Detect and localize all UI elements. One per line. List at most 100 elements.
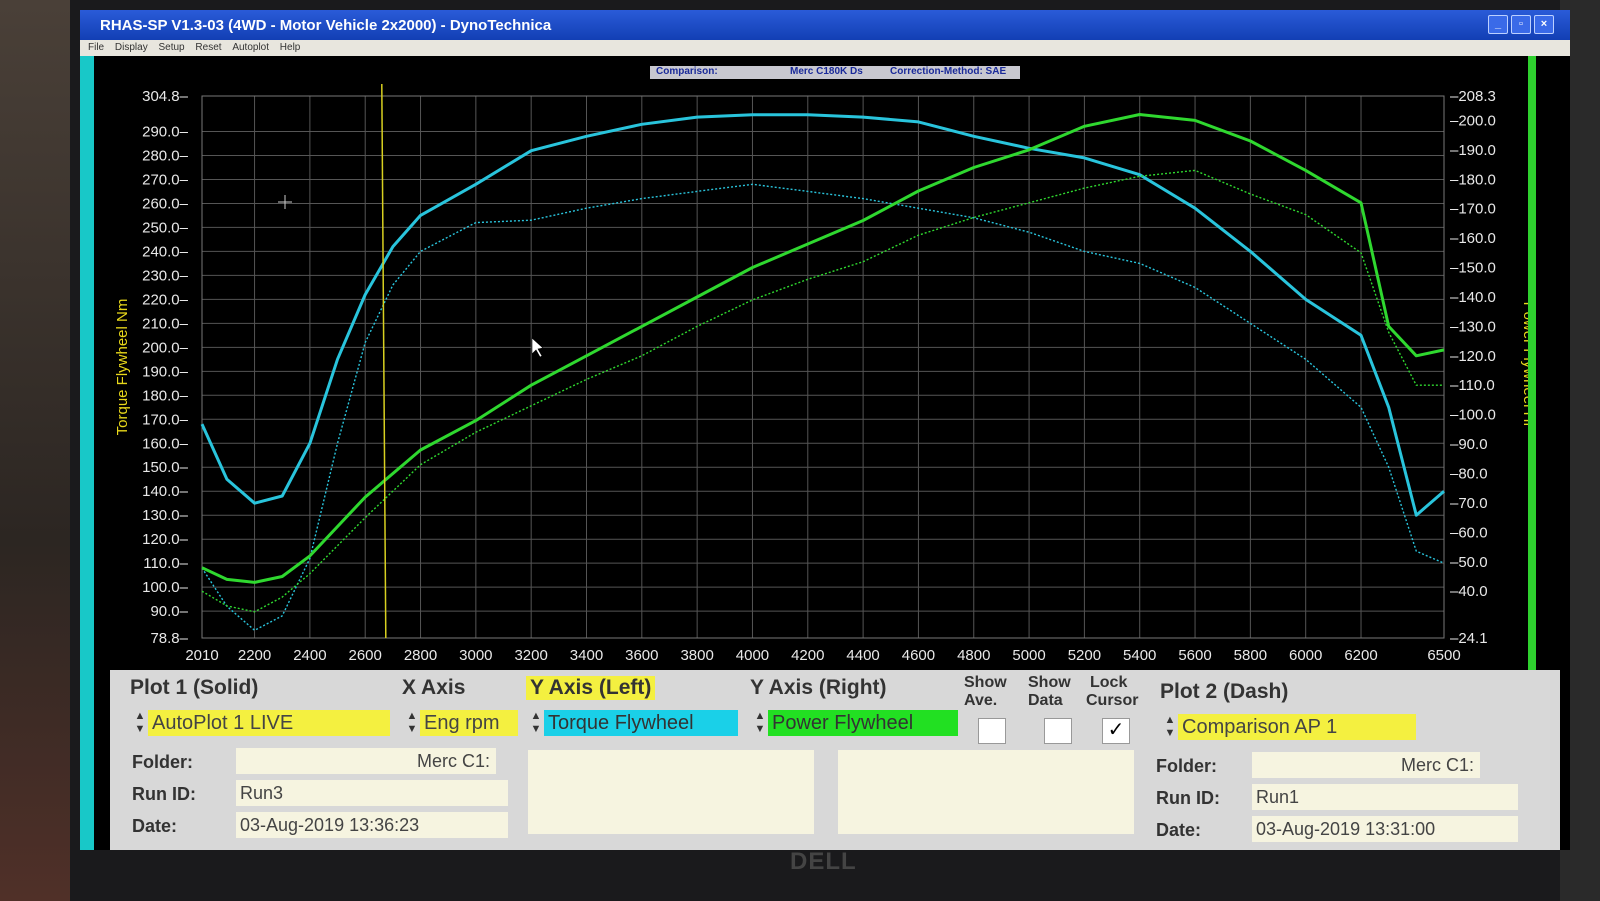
y-left-tick-label: 210.0– [142,315,189,332]
plot2-runid-value[interactable]: Run1 [1252,784,1518,810]
monitor-brand-logo: DELL [790,848,857,875]
plot2-header: Plot 2 (Dash) [1160,680,1289,703]
y-right-tick-label: –60.0 [1450,524,1488,541]
yright-header: Y Axis (Right) [750,676,887,699]
x-tick-label: 2200 [238,647,271,664]
xaxis-spinner[interactable]: ▲ ▼ [406,710,418,736]
plot1-date-value[interactable]: 03-Aug-2019 13:36:23 [236,812,508,838]
close-button[interactable]: × [1534,15,1554,34]
y-right-tick-label: –140.0 [1450,289,1496,306]
y-left-tick-label: 120.0– [142,531,189,548]
y-left-tick-label: 250.0– [142,219,189,236]
plot1-header: Plot 1 (Solid) [130,676,259,699]
y-left-tick-label: 220.0– [142,291,189,308]
right-accent-stripe [1528,56,1536,676]
x-tick-label: 2600 [349,647,382,664]
y-left-tick-label: 100.0– [142,579,189,596]
x-tick-label: 3600 [625,647,658,664]
y-right-tick-label: –208.3 [1450,88,1496,105]
xaxis-select[interactable]: Eng rpm [420,710,518,736]
y-right-tick-label: –100.0 [1450,407,1496,424]
yright-select[interactable]: Power Flywheel [768,710,958,736]
x-tick-label: 4800 [957,647,990,664]
yleft-spinner[interactable]: ▲ ▼ [530,710,542,736]
minimize-button[interactable]: _ [1488,15,1508,34]
plot2-runid-label: Run ID: [1156,788,1220,808]
lock-cursor-checkbox[interactable]: ✓ [1102,718,1130,744]
y-left-tick-label: 260.0– [142,195,189,212]
plot2-folder-value[interactable]: Merc C1: [1252,752,1480,778]
menu-help[interactable]: Help [280,42,301,53]
xaxis-header: X Axis [402,676,466,699]
x-tick-label: 3400 [570,647,603,664]
x-tick-label: 5800 [1234,647,1267,664]
menu-setup[interactable]: Setup [158,42,184,53]
maximize-button[interactable]: ▫ [1511,15,1531,34]
y-left-tick-label: 160.0– [142,435,189,452]
y-left-tick-label: 90.0– [150,603,188,620]
y-left-tick-label: 290.0– [142,123,189,140]
plot1-folder-value[interactable]: Merc C1: [236,748,496,774]
show-data-label-1: Show [1028,674,1071,691]
dyno-chart[interactable]: 2010 2200 2400 2600 2800 3000 3200 3400 3600 3800… [80,56,1570,676]
menu-autoplot[interactable]: Autoplot [232,42,269,53]
y-left-tick-label: 200.0– [142,339,189,356]
window-title: RHAS-SP V1.3-03 (4WD - Motor Vehicle 2x2… [100,17,552,34]
comparison-label: Comparison: [656,66,718,77]
y-left-tick-label: 230.0– [142,267,189,284]
plot1-date-label: Date: [132,816,178,836]
plot1-runid-value[interactable]: Run3 [236,780,508,806]
power-solid-line [201,113,1445,584]
y-right-tick-label: –70.0 [1450,495,1488,512]
y-right-tick-label: –190.0 [1450,142,1496,159]
x-tick-label: 4400 [846,647,879,664]
y-right-tick-label: –150.0 [1450,260,1496,277]
y-left-tick-label: 150.0– [142,459,189,476]
background-wall [0,0,70,901]
y-left-tick-label: 180.0– [142,387,189,404]
plot2-select[interactable]: Comparison AP 1 [1178,714,1416,740]
y-left-tick-label: 190.0– [142,363,189,380]
x-tick-label: 3200 [514,647,547,664]
yleft-select[interactable]: Torque Flywheel [544,710,738,736]
show-ave-checkbox[interactable] [978,718,1006,744]
x-tick-label: 3800 [680,647,713,664]
y-right-tick-label: –50.0 [1450,554,1488,571]
title-bar: RHAS-SP V1.3-03 (4WD - Motor Vehicle 2x2… [80,10,1570,40]
plot2-spinner[interactable]: ▲ ▼ [1164,714,1176,740]
y-right-tick-label: –40.0 [1450,583,1488,600]
x-tick-label: 4000 [736,647,769,664]
menu-reset[interactable]: Reset [195,42,221,53]
y-right-tick-label: –180.0 [1450,171,1496,188]
plot-area[interactable]: 2010 2200 2400 2600 2800 3000 3200 3400 3600 3800… [80,56,1570,676]
comparison-infobar: Comparison: Merc C180K Ds Correction-Met… [650,66,1020,79]
menu-bar: File Display Setup Reset Autoplot Help [80,40,1570,56]
menu-file[interactable]: File [88,42,104,53]
data-cursor-line [381,83,387,639]
x-tick-label: 6000 [1289,647,1322,664]
show-data-checkbox[interactable] [1044,718,1072,744]
plot2-date-value[interactable]: 03-Aug-2019 13:31:00 [1252,816,1518,842]
plot2-date-label: Date: [1156,820,1202,840]
show-ave-label-2: Ave. [964,692,998,709]
y-left-tick-label: 170.0– [142,411,189,428]
x-tick-label: 5000 [1012,647,1045,664]
comparison-value: Merc C180K Ds [790,66,863,77]
x-tick-label: 2800 [404,647,437,664]
y-right-tick-label: –170.0 [1450,201,1496,218]
show-ave-label-1: Show [964,674,1007,691]
menu-display[interactable]: Display [115,42,148,53]
plot1-select[interactable]: AutoPlot 1 LIVE [148,710,390,736]
x-tick-label: 5200 [1068,647,1101,664]
y-left-tick-label: 240.0– [142,243,189,260]
plot1-spinner[interactable]: ▲ ▼ [134,710,146,736]
yright-info-box [838,750,1134,834]
yleft-header: Y Axis (Left) [526,676,656,700]
y-right-tick-label: –130.0 [1450,318,1496,335]
correction-method: Correction-Method: SAE [890,66,1007,77]
yright-spinner[interactable]: ▲ ▼ [754,710,766,736]
plot1-runid-label: Run ID: [132,784,196,804]
y-left-tick-label: 140.0– [142,483,189,500]
x-tick-label: 3000 [459,647,492,664]
show-data-label-2: Data [1028,692,1063,709]
